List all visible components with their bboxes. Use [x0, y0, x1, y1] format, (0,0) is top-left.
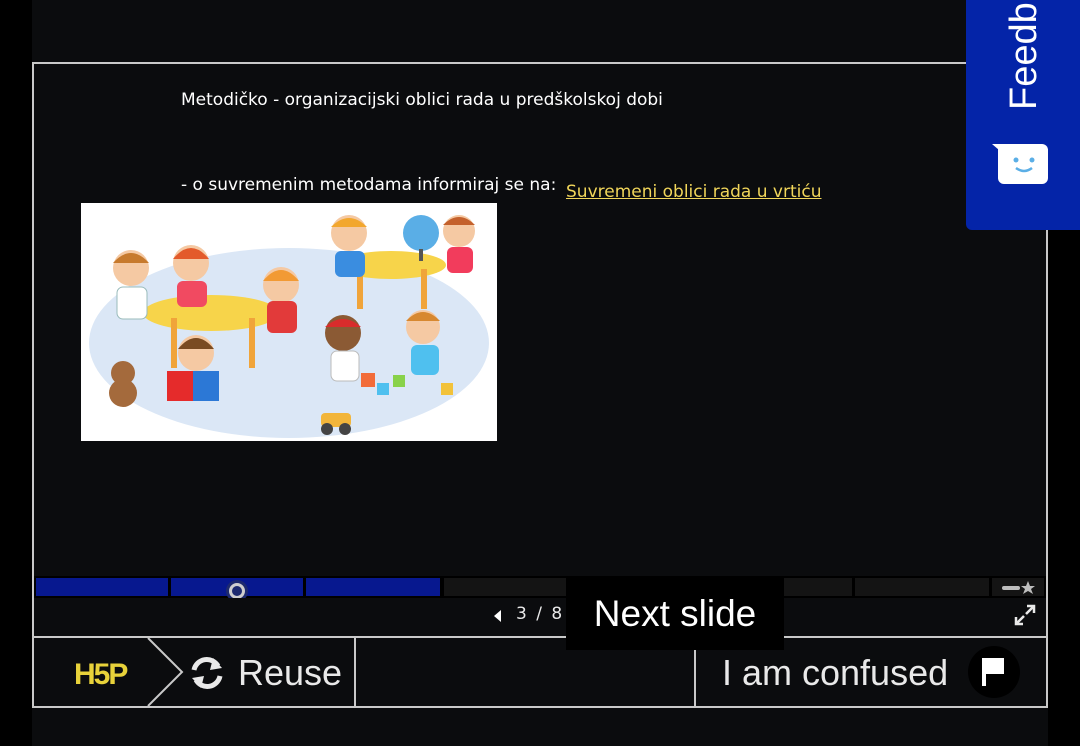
feedback-tab[interactable]: Feedb [966, 0, 1080, 230]
next-slide-tooltip: Next slide [566, 578, 784, 650]
slide-info-text: - o suvremenim metodama informiraj se na… [181, 175, 557, 195]
h5p-actions-bar: H5P Reuse I am confused [34, 636, 1046, 706]
slide-progress-bar[interactable] [34, 576, 1046, 602]
h5p-logo: H5P [74, 658, 128, 691]
chevron-left-icon[interactable] [490, 608, 506, 624]
feedback-label: Feedb [1003, 2, 1045, 110]
reuse-label: Reuse [238, 652, 343, 693]
reuse-button[interactable]: Reuse [186, 638, 354, 706]
chevron-right-icon [147, 638, 184, 706]
chat-face-icon [992, 144, 1048, 184]
progress-segment-3[interactable] [306, 578, 440, 596]
footer-divider [354, 638, 356, 706]
slide-title: Metodičko - organizacijski oblici rada u… [181, 90, 663, 110]
confused-label: I am confused [722, 652, 949, 693]
slide-counter: 3 / 8 [516, 604, 565, 624]
slide-navigation-bar: 3 / 8 [34, 598, 1046, 634]
progress-segment-4[interactable] [444, 578, 578, 596]
progress-segment-7[interactable] [855, 578, 989, 596]
h5p-logo-button[interactable]: H5P [34, 638, 184, 706]
star-icon [1002, 581, 1035, 594]
modern-methods-link[interactable]: Suvremeni oblici rada u vrtiću [566, 182, 822, 202]
fullscreen-icon[interactable] [1014, 604, 1036, 626]
h5p-course-presentation: Metodičko - organizacijski oblici rada u… [32, 62, 1048, 708]
flag-icon [968, 646, 1020, 698]
children-classroom-illustration [81, 203, 497, 441]
progress-segment-1[interactable] [36, 578, 168, 596]
refresh-icon [191, 657, 223, 689]
